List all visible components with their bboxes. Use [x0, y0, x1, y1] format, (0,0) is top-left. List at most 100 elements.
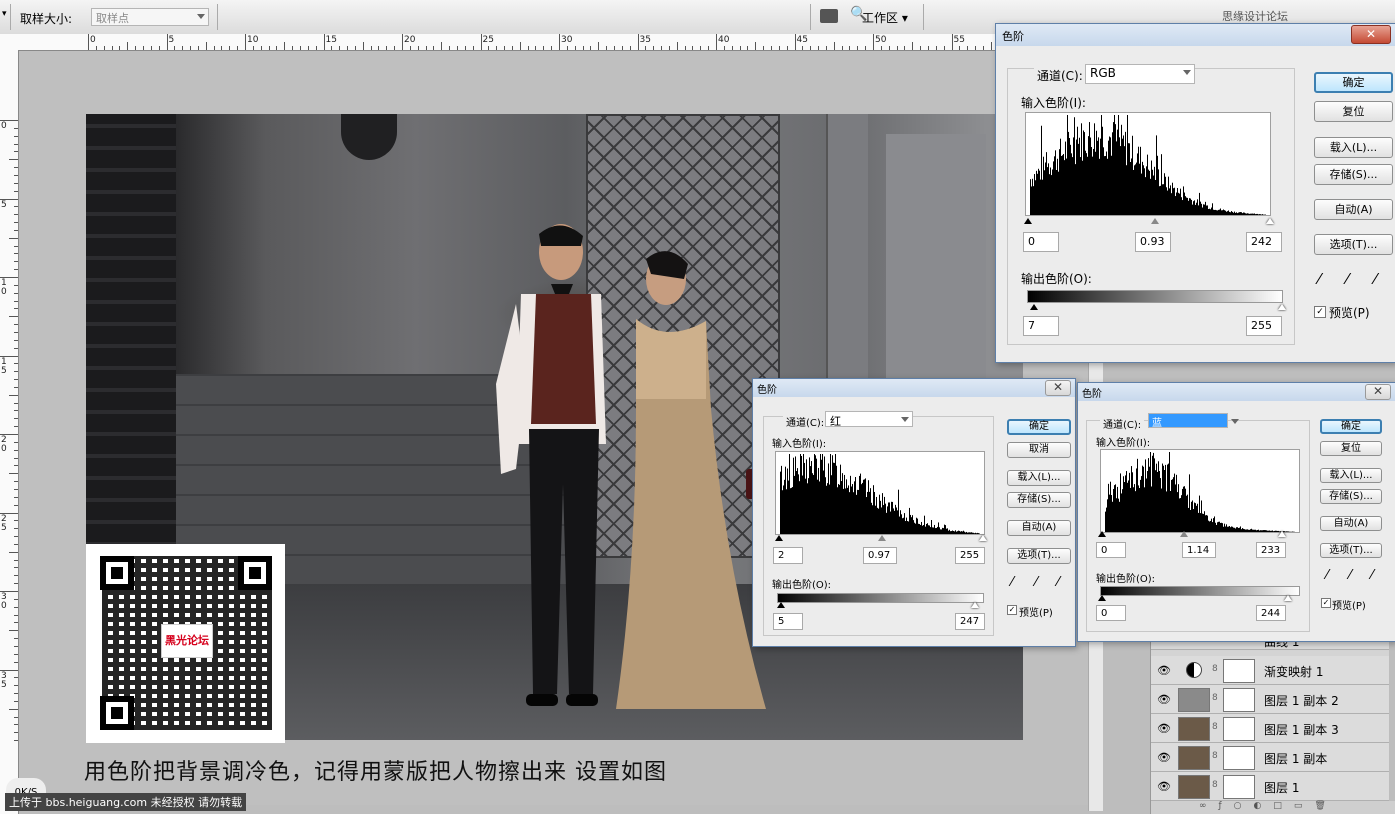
eye-icon[interactable]: 👁: [1157, 693, 1171, 706]
output-black-field[interactable]: 5: [773, 613, 803, 630]
eye-icon[interactable]: 👁: [1157, 664, 1171, 677]
ok-button[interactable]: 确定: [1320, 419, 1382, 434]
eye-icon[interactable]: 👁: [1157, 751, 1171, 764]
ok-button[interactable]: 确定: [1314, 72, 1393, 93]
histogram-bar: [1143, 466, 1144, 532]
input-black-slider[interactable]: [1098, 531, 1106, 537]
cancel-button[interactable]: 取消: [1007, 442, 1071, 458]
input-gamma-field[interactable]: 0.93: [1135, 232, 1171, 252]
input-black-field[interactable]: 0: [1023, 232, 1059, 252]
layer-row[interactable]: 👁 8 图层 1 副本 2: [1151, 685, 1389, 714]
options-button[interactable]: 选项(T)...: [1314, 234, 1393, 255]
histogram-bar: [1105, 156, 1106, 215]
save-button[interactable]: 存储(S)...: [1314, 164, 1393, 185]
layer-thumbnail[interactable]: [1178, 775, 1210, 799]
black-eyedropper-icon[interactable]: ⁄: [1011, 575, 1013, 590]
channel-select[interactable]: RGB: [1085, 64, 1195, 84]
input-white-field[interactable]: 242: [1246, 232, 1282, 252]
gray-eyedropper-icon[interactable]: ⁄: [1035, 575, 1037, 590]
histogram-bar: [1115, 484, 1116, 532]
bridge-icon[interactable]: [820, 9, 838, 23]
auto-button[interactable]: 自动(A): [1007, 520, 1071, 536]
black-eyedropper-icon[interactable]: ⁄: [1318, 270, 1321, 288]
ok-button[interactable]: 确定: [1007, 419, 1071, 435]
load-button[interactable]: 载入(L)...: [1320, 468, 1382, 483]
options-button[interactable]: 选项(T)...: [1320, 543, 1382, 558]
ruler-tick: [88, 34, 89, 50]
layer-mask-thumbnail[interactable]: [1223, 659, 1255, 683]
auto-button[interactable]: 自动(A): [1320, 516, 1382, 531]
black-eyedropper-icon[interactable]: ⁄: [1326, 568, 1328, 583]
auto-button[interactable]: 自动(A): [1314, 199, 1393, 220]
eye-icon[interactable]: 👁: [1157, 780, 1171, 793]
close-button[interactable]: ✕: [1365, 384, 1391, 400]
input-white-slider[interactable]: [1278, 531, 1286, 537]
eye-icon[interactable]: 👁: [1157, 722, 1171, 735]
histogram-bar: [1193, 201, 1194, 215]
close-button[interactable]: ✕: [1045, 380, 1071, 396]
ruler-tick: [14, 386, 18, 388]
input-black-slider[interactable]: [775, 535, 783, 541]
preview-checkbox[interactable]: ✓: [1007, 605, 1017, 615]
layer-row[interactable]: 👁 8 渐变映射 1: [1151, 656, 1389, 685]
close-button[interactable]: ✕: [1351, 25, 1391, 44]
input-gamma-field[interactable]: 0.97: [863, 547, 897, 564]
layer-thumbnail[interactable]: [1178, 717, 1210, 741]
histogram-bar: [845, 488, 846, 534]
layer-mask-thumbnail[interactable]: [1223, 746, 1255, 770]
save-button[interactable]: 存储(S)...: [1320, 489, 1382, 504]
tool-preset-arrow-icon[interactable]: ▾: [2, 9, 7, 19]
white-eyedropper-icon[interactable]: ⁄: [1371, 568, 1373, 583]
input-white-field[interactable]: 255: [955, 547, 985, 564]
histogram-bar: [1168, 176, 1169, 215]
channel-select[interactable]: 蓝: [1148, 413, 1239, 429]
output-black-slider[interactable]: [1030, 304, 1038, 310]
output-white-slider[interactable]: [971, 602, 979, 608]
preview-checkbox[interactable]: ✓: [1321, 598, 1331, 608]
input-gamma-field[interactable]: 1.14: [1182, 542, 1216, 558]
input-black-slider[interactable]: [1024, 218, 1032, 224]
white-eyedropper-icon[interactable]: ⁄: [1057, 575, 1059, 590]
layer-row[interactable]: 👁 8 图层 1: [1151, 772, 1389, 801]
workspace-menu[interactable]: 工作区 ▾: [862, 9, 908, 26]
output-white-field[interactable]: 244: [1256, 605, 1286, 621]
options-button[interactable]: 选项(T)...: [1007, 548, 1071, 564]
reset-button[interactable]: 复位: [1314, 101, 1393, 122]
gray-eyedropper-icon[interactable]: ⁄: [1346, 270, 1349, 288]
input-black-field[interactable]: 2: [773, 547, 803, 564]
input-gamma-slider[interactable]: [1151, 218, 1159, 224]
input-white-slider[interactable]: [1266, 218, 1274, 224]
output-black-field[interactable]: 0: [1096, 605, 1126, 621]
sample-size-select[interactable]: 取样点: [91, 8, 209, 26]
layer-thumbnail[interactable]: [1178, 688, 1210, 712]
save-button[interactable]: 存储(S)...: [1007, 492, 1071, 508]
output-white-slider[interactable]: [1284, 595, 1292, 601]
white-eyedropper-icon[interactable]: ⁄: [1374, 270, 1377, 288]
channel-select[interactable]: 红: [825, 411, 913, 428]
input-white-field[interactable]: 233: [1256, 542, 1286, 558]
load-button[interactable]: 载入(L)...: [1314, 137, 1393, 158]
histogram-bar: [957, 531, 958, 534]
layer-mask-thumbnail[interactable]: [1223, 775, 1255, 799]
gray-eyedropper-icon[interactable]: ⁄: [1349, 568, 1351, 583]
input-gamma-slider[interactable]: [878, 535, 886, 541]
reset-button[interactable]: 复位: [1320, 441, 1382, 456]
layer-row[interactable]: 👁 8 图层 1 副本 3: [1151, 714, 1389, 743]
layer-thumbnail[interactable]: [1178, 746, 1210, 770]
load-button[interactable]: 载入(L)...: [1007, 470, 1071, 486]
output-black-slider[interactable]: [777, 602, 785, 608]
output-white-slider[interactable]: [1278, 304, 1286, 310]
layer-row[interactable]: 👁 8 图层 1 副本: [1151, 743, 1389, 772]
output-white-field[interactable]: 247: [955, 613, 985, 630]
output-black-slider[interactable]: [1098, 595, 1106, 601]
input-gamma-slider[interactable]: [1180, 531, 1188, 537]
output-white-field[interactable]: 255: [1246, 316, 1282, 336]
layer-mask-thumbnail[interactable]: [1223, 688, 1255, 712]
input-black-field[interactable]: 0: [1096, 542, 1126, 558]
vertical-ruler[interactable]: 0 5 10 15 20 25 30 35: [0, 50, 19, 814]
input-white-slider[interactable]: [979, 535, 987, 541]
output-black-field[interactable]: 7: [1023, 316, 1059, 336]
preview-checkbox[interactable]: ✓: [1314, 306, 1326, 318]
horizontal-ruler[interactable]: 0 5 10 15 20 25 30 35 40 45 50 55: [0, 34, 1000, 51]
layer-mask-thumbnail[interactable]: [1223, 717, 1255, 741]
